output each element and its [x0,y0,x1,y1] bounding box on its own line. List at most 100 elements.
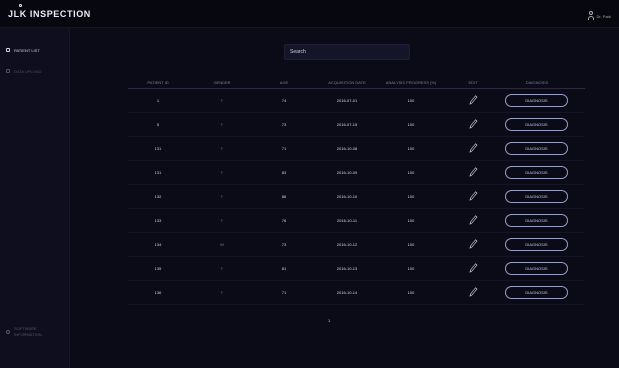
user-icon [587,11,594,21]
user-name: Dr. Park [596,13,611,19]
analysis-progress-cell: 100 [407,98,415,103]
diagnosis-button[interactable]: DIAGNOSIS [505,166,568,179]
upload-icon [6,69,10,73]
pencil-icon[interactable] [468,238,478,250]
age-cell: 83 [281,170,287,175]
gender-cell: F [220,266,224,271]
analysis-progress-cell: 100 [407,218,415,223]
patient-id-cell: 131 [154,170,162,175]
table-row[interactable]: 132 F 86 2016-10-10 100 DIAGNOSIS [128,185,585,209]
table-row[interactable]: 136 F 71 2016-10-14 100 DIAGNOSIS [128,281,585,305]
analysis-progress-cell: 100 [407,122,415,127]
logo-mark-icon [19,4,22,7]
table-row[interactable]: 131 F 71 2016-10-08 100 DIAGNOSIS [128,137,585,161]
diagnosis-button[interactable]: DIAGNOSIS [505,118,568,131]
patient-id-cell: 135 [154,266,162,271]
pencil-icon[interactable] [468,118,478,130]
pencil-icon[interactable] [468,142,478,154]
gender-cell: M [220,242,224,247]
acquisition-date-cell: 2016-10-08 [336,146,358,151]
sidebar-item-label: DATA UPLOAD [14,68,42,74]
table-row[interactable]: 133 F 76 2016-10-11 100 DIAGNOSIS [128,209,585,233]
table-row[interactable]: 5 F 73 2016-07-15 100 DIAGNOSIS [128,113,585,137]
analysis-progress-cell: 100 [407,170,415,175]
patient-id-cell: 134 [154,242,162,247]
info-icon [6,330,10,334]
gender-cell: F [220,170,224,175]
table-row[interactable]: 134 M 73 2016-10-12 100 DIAGNOSIS [128,233,585,257]
gender-cell: F [220,194,224,199]
age-cell: 74 [281,98,287,103]
patient-id-cell: 1 [156,98,160,103]
software-label-line2: INFORMATION [14,332,42,337]
table-row[interactable]: 135 F 81 2016-10-13 100 DIAGNOSIS [128,257,585,281]
gender-cell: F [220,122,224,127]
diagnosis-button[interactable]: DIAGNOSIS [505,94,568,107]
pencil-icon[interactable] [468,262,478,274]
table-header: PATIENT ID GENDER AGE ACQUISITION DATE A… [128,77,585,89]
patient-id-cell: 132 [154,194,162,199]
analysis-progress-cell: 100 [407,290,415,295]
column-header-patient-id[interactable]: PATIENT ID [147,80,168,85]
acquisition-date-cell: 2016-07-01 [336,98,358,103]
pagination-current-page[interactable]: 1 [328,318,330,323]
patient-table: PATIENT ID GENDER AGE ACQUISITION DATE A… [128,77,585,305]
table-body: 1 F 74 2016-07-01 100 DIAGNOSIS 5 F 73 2016-07-15… [128,89,585,305]
column-header-age[interactable]: AGE [280,80,288,85]
age-cell: 86 [281,194,287,199]
acquisition-date-cell: 2016-10-14 [336,290,358,295]
age-cell: 71 [281,290,287,295]
pencil-icon[interactable] [468,214,478,226]
diagnosis-button[interactable]: DIAGNOSIS [505,142,568,155]
app-logo[interactable]: JLK INSPECTION [8,9,91,19]
pencil-icon[interactable] [468,190,478,202]
column-header-analysis-progress[interactable]: ANALYSIS PROGRESS (%) [386,80,436,85]
sidebar-item-patient-list[interactable]: PATIENT LIST [6,46,40,54]
pencil-icon[interactable] [468,166,478,178]
age-cell: 73 [281,122,287,127]
gender-cell: F [220,218,224,223]
sidebar: PATIENT LIST DATA UPLOAD SOFTWARE INFORM… [0,28,70,368]
age-cell: 73 [281,242,287,247]
table-row[interactable]: 131 F 83 2016-10-09 100 DIAGNOSIS [128,161,585,185]
sidebar-item-label: PATIENT LIST [14,47,40,53]
analysis-progress-cell: 100 [407,242,415,247]
gender-cell: F [220,98,224,103]
diagnosis-button[interactable]: DIAGNOSIS [505,286,568,299]
search-input[interactable] [284,44,410,60]
diagnosis-button[interactable]: DIAGNOSIS [505,190,568,203]
top-bar: JLK INSPECTION Dr. Park [0,0,619,28]
patient-id-cell: 5 [156,122,160,127]
acquisition-date-cell: 2016-10-09 [336,170,358,175]
list-icon [6,48,10,52]
user-menu[interactable]: Dr. Park [587,9,611,23]
acquisition-date-cell: 2016-10-10 [336,194,358,199]
patient-id-cell: 133 [154,218,162,223]
age-cell: 71 [281,146,287,151]
patient-id-cell: 131 [154,146,162,151]
analysis-progress-cell: 100 [407,194,415,199]
column-header-edit: EDIT [468,80,478,85]
table-row[interactable]: 1 F 74 2016-07-01 100 DIAGNOSIS [128,89,585,113]
age-cell: 81 [281,266,287,271]
patient-id-cell: 136 [154,290,162,295]
column-header-diagnosis: DIAGNOSIS [525,80,549,85]
age-cell: 76 [281,218,287,223]
acquisition-date-cell: 2016-10-12 [336,242,358,247]
analysis-progress-cell: 100 [407,266,415,271]
pencil-icon[interactable] [468,286,478,298]
analysis-progress-cell: 100 [407,146,415,151]
acquisition-date-cell: 2016-10-13 [336,266,358,271]
column-header-gender[interactable]: GENDER [213,80,230,85]
sidebar-item-data-upload[interactable]: DATA UPLOAD [6,67,41,75]
column-header-acquisition-date[interactable]: ACQUISITION DATE [328,80,365,85]
acquisition-date-cell: 2016-10-11 [336,218,358,223]
diagnosis-button[interactable]: DIAGNOSIS [505,262,568,275]
acquisition-date-cell: 2016-07-15 [336,122,358,127]
gender-cell: F [220,146,224,151]
diagnosis-button[interactable]: DIAGNOSIS [505,214,568,227]
gender-cell: F [220,290,224,295]
sidebar-item-software-information[interactable]: SOFTWARE INFORMATION [6,326,42,338]
diagnosis-button[interactable]: DIAGNOSIS [505,238,568,251]
pencil-icon[interactable] [468,94,478,106]
